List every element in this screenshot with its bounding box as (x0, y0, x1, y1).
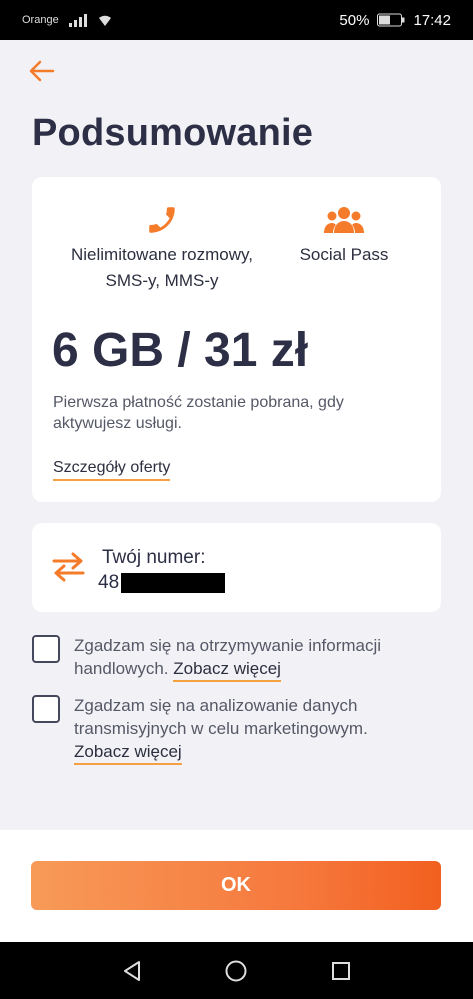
feature-label: Social Pass (299, 245, 389, 264)
back-button[interactable] (26, 56, 58, 86)
consent-checkbox-1[interactable] (32, 635, 60, 663)
number-card: Twój numer: 48 (32, 523, 441, 612)
triangle-back-icon (124, 960, 141, 981)
status-left: Orange (22, 13, 113, 27)
offer-card: Nielimitowane rozmowy, SMS-y, MMS-y Soci… (32, 177, 441, 502)
battery-icon (377, 13, 405, 27)
clock: 17:42 (413, 11, 451, 29)
system-nav-bar (0, 942, 473, 999)
nav-recents-button[interactable] (326, 956, 356, 986)
arrow-left-icon (29, 60, 55, 82)
main-content: Podsumowanie Nielimitowane rozmowy, SMS-… (0, 40, 473, 830)
swap-arrows-icon (52, 552, 85, 582)
offer-details-link[interactable]: Szczegóły oferty (53, 459, 171, 481)
footer-area: OK (0, 830, 473, 942)
square-recents-icon (331, 961, 350, 980)
consent-checkbox-2[interactable] (32, 695, 60, 723)
wifi-icon (98, 15, 111, 26)
number-label: Twój numer: (102, 547, 206, 568)
consent-data-analysis: Zgadzam się na analizowanie danych trans… (32, 694, 432, 765)
consent-text: Zgadzam się na otrzymywanie informacji h… (74, 634, 432, 682)
redacted-number (121, 573, 226, 593)
number-prefix: 48 (98, 572, 120, 593)
phone-number: 48 (98, 572, 226, 594)
see-more-link-1[interactable]: Zobacz więcej (173, 659, 281, 682)
consent-label: Zgadzam się na analizowanie danych trans… (74, 696, 368, 738)
payment-note: Pierwsza płatność zostanie pobrana, gdy … (53, 394, 344, 432)
ok-button[interactable]: OK (31, 861, 441, 910)
phone-icon (52, 203, 272, 237)
feature-social-pass: Social Pass (282, 203, 406, 268)
carrier-name: Orange (22, 14, 59, 26)
circle-home-icon (225, 960, 247, 981)
plan-price: 6 GB / 31 zł (52, 324, 309, 377)
feature-label: Nielimitowane rozmowy, SMS-y, MMS-y (70, 245, 253, 290)
users-icon (282, 203, 406, 237)
nav-home-button[interactable] (221, 956, 251, 986)
battery-percent: 50% (339, 11, 370, 29)
consent-text: Zgadzam się na analizowanie danych trans… (74, 694, 432, 765)
consent-marketing-info: Zgadzam się na otrzymywanie informacji h… (32, 634, 432, 682)
status-bar: Orange 50% 17:42 (0, 0, 473, 40)
see-more-link-2[interactable]: Zobacz więcej (74, 742, 182, 765)
status-right: 50% 17:42 (339, 12, 451, 29)
feature-unlimited-calls: Nielimitowane rozmowy, SMS-y, MMS-y (52, 203, 272, 294)
page-title: Podsumowanie (32, 112, 314, 154)
nav-back-button[interactable] (117, 956, 147, 986)
signal-icon (68, 13, 87, 27)
